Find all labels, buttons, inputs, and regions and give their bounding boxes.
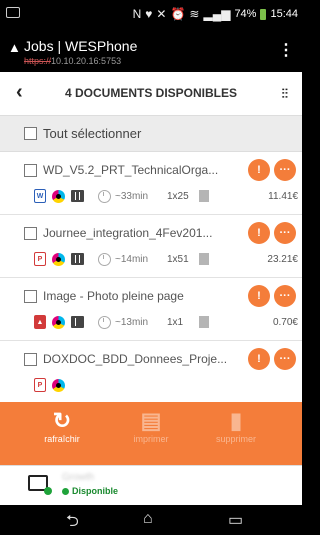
delete-button[interactable]: ▮ supprimer — [196, 408, 276, 444]
image-file-icon: ▲ — [34, 315, 46, 329]
url-scheme: https:// — [24, 56, 52, 66]
battery-icon — [260, 8, 267, 20]
heart-icon: ♥ — [145, 7, 153, 21]
printer-status-bar[interactable]: Growth Disponible — [0, 465, 302, 505]
app-content: ‹ 4 DOCUMENTS DISPONIBLES ⫶⫶ Tout sélect… — [0, 72, 302, 505]
alarm-icon: ⏰ — [170, 7, 186, 21]
document-checkbox[interactable] — [24, 289, 37, 303]
battery-percent: 74% — [234, 8, 257, 20]
clock: 15:44 — [270, 8, 298, 20]
page-title: Jobs | WESPhone — [24, 38, 138, 54]
signal-icon: ▂▄▆ — [203, 7, 231, 21]
document-row[interactable]: Image - Photo pleine page ! ··· ▲ ~13min… — [0, 278, 302, 341]
document-duration: ~13min — [115, 316, 149, 328]
url-display[interactable]: https://10.10.20.16:5753 — [24, 56, 121, 66]
printer-name: Growth — [62, 472, 95, 483]
browser-titlebar: ▲ Jobs | WESPhone https://10.10.20.16:57… — [0, 28, 302, 72]
document-name: WD_V5.2_PRT_TechnicalOrga... — [43, 163, 219, 177]
document-checkbox[interactable] — [24, 352, 37, 366]
pdf-file-icon: P — [34, 252, 46, 266]
warning-button[interactable]: ! — [248, 348, 270, 370]
document-name: Journee_integration_4Fev201... — [43, 226, 213, 240]
refresh-button[interactable]: ↻ rafraîchir — [22, 408, 102, 444]
refresh-label: rafraîchir — [44, 434, 80, 444]
clock-icon — [98, 252, 111, 266]
color-print-icon — [52, 189, 65, 203]
home-nav-icon[interactable]: ⌂ — [143, 510, 153, 528]
color-print-icon — [52, 252, 65, 266]
document-copies: 1x1 — [167, 316, 184, 328]
document-row[interactable]: DOXDOC_BDD_Donnees_Proje... ! ··· P — [0, 341, 302, 404]
nfc-icon: N — [132, 7, 142, 21]
document-checkbox[interactable] — [24, 163, 37, 177]
available-dot-icon — [62, 487, 69, 495]
duplex-layout-icon — [71, 190, 84, 202]
document-name: DOXDOC_BDD_Donnees_Proje... — [43, 352, 228, 366]
trash-icon: ▮ — [229, 408, 243, 433]
navigation-bar: ⮌ ⌂ ▭ — [0, 505, 302, 535]
screenshot-icon — [6, 7, 20, 18]
documents-header: ‹ 4 DOCUMENTS DISPONIBLES ⫶⫶ — [0, 72, 302, 116]
status-bar: N ♥ ✕ ⏰ ≋ ▂▄▆ 74% 15:44 — [0, 0, 302, 28]
document-copies: 1x25 — [167, 190, 189, 202]
action-toolbar: ↻ rafraîchir ▤ imprimer ▮ supprimer — [0, 402, 302, 465]
refresh-icon: ↻ — [52, 408, 72, 433]
select-all-checkbox[interactable] — [24, 127, 37, 140]
single-layout-icon — [71, 316, 84, 328]
document-price: 11.41€ — [268, 190, 298, 202]
document-name: Image - Photo pleine page — [43, 289, 184, 303]
wifi-icon: ≋ — [189, 7, 200, 21]
mute-icon: ✕ — [156, 7, 167, 21]
more-options-button[interactable]: ··· — [274, 159, 296, 181]
documents-title: 4 DOCUMENTS DISPONIBLES — [64, 86, 238, 100]
clock-icon — [98, 315, 111, 329]
printer-icon — [28, 475, 52, 495]
warning-button[interactable]: ! — [248, 222, 270, 244]
color-print-icon — [52, 378, 65, 392]
pages-icon — [199, 190, 209, 202]
document-price: 0.70€ — [272, 316, 298, 328]
print-label: imprimer — [133, 434, 169, 444]
pages-icon — [199, 316, 209, 328]
document-duration: ~14min — [115, 253, 149, 265]
pages-icon — [199, 253, 209, 265]
warning-icon: ▲ — [8, 40, 21, 55]
print-button[interactable]: ▤ imprimer — [111, 408, 191, 444]
document-copies: 1x51 — [167, 253, 189, 265]
back-nav-icon[interactable]: ⮌ — [66, 510, 79, 535]
more-options-button[interactable]: ··· — [274, 348, 296, 370]
warning-button[interactable]: ! — [248, 159, 270, 181]
document-row[interactable]: Journee_integration_4Fev201... ! ··· P ~… — [0, 215, 302, 278]
printer-status-label: Disponible — [72, 486, 119, 496]
duplex-layout-icon — [71, 253, 84, 265]
url-host: 10.10.20.16:5753 — [51, 56, 122, 66]
document-row[interactable]: WD_V5.2_PRT_TechnicalOrga... ! ··· W ~33… — [0, 152, 302, 215]
printer-icon: ▤ — [140, 408, 162, 433]
color-print-icon — [52, 315, 65, 329]
select-all-label: Tout sélectionner — [43, 126, 142, 141]
more-options-button[interactable]: ··· — [274, 285, 296, 307]
clock-icon — [98, 189, 111, 203]
recents-nav-icon[interactable]: ▭ — [228, 510, 243, 530]
document-duration: ~33min — [115, 190, 149, 202]
document-checkbox[interactable] — [24, 226, 37, 240]
document-price: 23.21€ — [267, 253, 298, 265]
more-options-button[interactable]: ··· — [274, 222, 296, 244]
word-file-icon: W — [34, 189, 46, 203]
pdf-file-icon: P — [34, 378, 46, 392]
delete-label: supprimer — [215, 434, 256, 444]
stats-icon[interactable]: ⫶⫶ — [282, 86, 289, 102]
printer-status: Disponible — [62, 486, 118, 496]
overflow-menu-icon[interactable]: ⋮ — [278, 40, 294, 60]
select-all-row[interactable]: Tout sélectionner — [0, 116, 302, 152]
warning-button[interactable]: ! — [248, 285, 270, 307]
